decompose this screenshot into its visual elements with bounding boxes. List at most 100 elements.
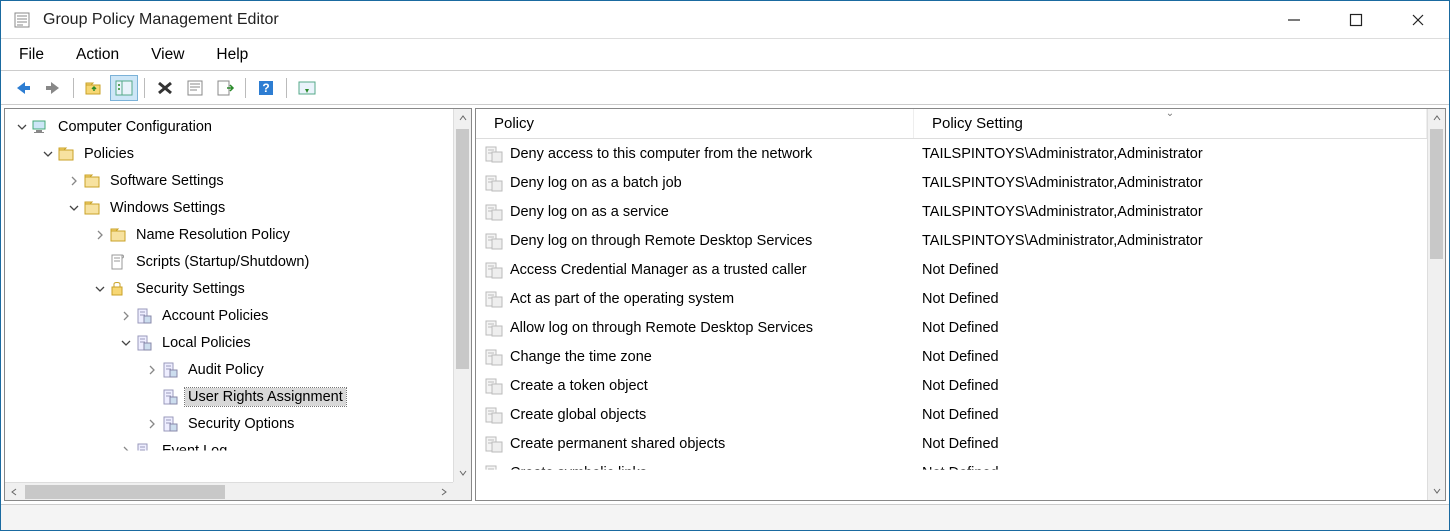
cell-setting: Not Defined	[914, 320, 1427, 336]
cell-setting: TAILSPINTOYS\Administrator,Administrator	[914, 175, 1427, 191]
policy-item-icon	[484, 405, 504, 425]
chevron-down-icon[interactable]	[15, 120, 29, 134]
maximize-button[interactable]	[1325, 1, 1387, 38]
chevron-right-icon[interactable]	[93, 228, 107, 242]
scroll-down-icon[interactable]	[454, 464, 471, 482]
folder-icon	[83, 199, 101, 217]
policy-setting: Not Defined	[922, 465, 999, 481]
scroll-thumb[interactable]	[25, 485, 225, 499]
chevron-right-icon[interactable]	[119, 444, 133, 458]
folder-icon	[109, 226, 127, 244]
scroll-down-icon[interactable]	[1428, 482, 1445, 500]
cell-policy: Act as part of the operating system	[476, 289, 914, 309]
tree-node[interactable]: Software Settings	[5, 167, 471, 194]
tree-node[interactable]: Event Log	[5, 437, 471, 464]
list-row[interactable]: Allow log on through Remote Desktop Serv…	[476, 313, 1427, 342]
chevron-down-icon[interactable]	[41, 147, 55, 161]
menu-action[interactable]: Action	[68, 42, 127, 68]
content-area: Computer ConfigurationPoliciesSoftware S…	[1, 105, 1449, 504]
menubar: File Action View Help	[1, 39, 1449, 71]
cell-policy: Create permanent shared objects	[476, 434, 914, 454]
chevron-down-icon[interactable]	[67, 201, 81, 215]
chevron-right-icon[interactable]	[145, 417, 159, 431]
scroll-corner	[453, 482, 471, 500]
policy-name: Deny log on as a batch job	[510, 175, 682, 191]
minimize-button[interactable]	[1263, 1, 1325, 38]
cell-policy: Create a token object	[476, 376, 914, 396]
tree-node-label: User Rights Assignment	[185, 388, 346, 406]
forward-icon[interactable]	[39, 75, 67, 101]
tree-node[interactable]: Computer Configuration	[5, 113, 471, 140]
help-icon[interactable]: ?	[252, 75, 280, 101]
tree-node[interactable]: Local Policies	[5, 329, 471, 356]
tree-hscrollbar[interactable]	[5, 482, 453, 500]
tree-node[interactable]: Windows Settings	[5, 194, 471, 221]
scroll-left-icon[interactable]	[5, 483, 23, 500]
scroll-thumb[interactable]	[456, 129, 469, 369]
menu-help[interactable]: Help	[208, 42, 256, 68]
tree-node-label: Security Settings	[133, 280, 248, 298]
column-header-policy[interactable]: Policy	[476, 109, 914, 138]
policy-item-icon	[484, 231, 504, 251]
policy-item-icon	[484, 318, 504, 338]
list-pane: Policy ⌄ Policy Setting Deny access to t…	[475, 108, 1446, 501]
tree-node[interactable]: Security Options	[5, 410, 471, 437]
export-icon[interactable]	[211, 75, 239, 101]
scroll-thumb[interactable]	[1430, 129, 1443, 259]
chevron-right-icon[interactable]	[67, 174, 81, 188]
list-body: Deny access to this computer from the ne…	[476, 139, 1445, 500]
tree-node-label: Scripts (Startup/Shutdown)	[133, 253, 312, 271]
tree-body: Computer ConfigurationPoliciesSoftware S…	[5, 109, 471, 500]
delete-icon[interactable]	[151, 75, 179, 101]
scroll-up-icon[interactable]	[454, 109, 471, 127]
scroll-right-icon[interactable]	[435, 483, 453, 500]
tree-node[interactable]: Name Resolution Policy	[5, 221, 471, 248]
cell-policy: Change the time zone	[476, 347, 914, 367]
list-row[interactable]: Create symbolic linksNot Defined	[476, 458, 1427, 487]
cell-setting: Not Defined	[914, 436, 1427, 452]
tree-node[interactable]: Security Settings	[5, 275, 471, 302]
chevron-down-icon[interactable]	[119, 336, 133, 350]
list-row[interactable]: Change the time zone Not Defined	[476, 342, 1427, 371]
up-folder-icon[interactable]	[80, 75, 108, 101]
tree-vscrollbar[interactable]	[453, 109, 471, 482]
list-row[interactable]: Deny log on as a serviceTAILSPINTOYS\Adm…	[476, 197, 1427, 226]
list-row[interactable]: Create global objectsNot Defined	[476, 400, 1427, 429]
list-row[interactable]: Access Credential Manager as a trusted c…	[476, 255, 1427, 284]
tree-node[interactable]: User Rights Assignment	[5, 383, 471, 410]
list-row[interactable]: Deny log on as a batch job TAILSPINTOYS\A…	[476, 168, 1427, 197]
tree-node[interactable]: Account Policies	[5, 302, 471, 329]
tree-node[interactable]: Audit Policy	[5, 356, 471, 383]
back-icon[interactable]	[9, 75, 37, 101]
list-vscrollbar[interactable]	[1427, 109, 1445, 500]
filter-icon[interactable]	[293, 75, 321, 101]
list-row[interactable]: Deny access to this computer from the ne…	[476, 139, 1427, 168]
policy-icon	[135, 307, 153, 325]
chevron-right-icon[interactable]	[145, 363, 159, 377]
policy-item-icon	[484, 463, 504, 483]
close-button[interactable]	[1387, 1, 1449, 38]
chevron-down-icon[interactable]	[93, 282, 107, 296]
list-row[interactable]: Deny log on through Remote Desktop Servi…	[476, 226, 1427, 255]
policy-item-icon	[484, 173, 504, 193]
policy-item-icon	[484, 202, 504, 222]
list-row[interactable]: Act as part of the operating systemNot D…	[476, 284, 1427, 313]
chevron-right-icon[interactable]	[119, 309, 133, 323]
menu-file[interactable]: File	[11, 42, 52, 68]
policy-setting: Not Defined	[922, 436, 999, 452]
policy-setting: TAILSPINTOYS\Administrator,Administrator	[922, 146, 1203, 162]
menu-view[interactable]: View	[143, 42, 192, 68]
policy-name: Deny log on as a service	[510, 204, 669, 220]
column-header-setting[interactable]: ⌄ Policy Setting	[914, 109, 1427, 138]
show-tree-icon[interactable]	[110, 75, 138, 101]
policy-item-icon	[484, 347, 504, 367]
tree-node[interactable]: Policies	[5, 140, 471, 167]
list-row[interactable]: Create permanent shared objects Not Defin…	[476, 429, 1427, 458]
policy-setting: Not Defined	[922, 407, 999, 423]
app-icon	[13, 11, 31, 29]
properties-icon[interactable]	[181, 75, 209, 101]
tree-node[interactable]: Scripts (Startup/Shutdown)	[5, 248, 471, 275]
policy-setting: Not Defined	[922, 349, 999, 365]
scroll-up-icon[interactable]	[1428, 109, 1445, 127]
list-row[interactable]: Create a token objectNot Defined	[476, 371, 1427, 400]
